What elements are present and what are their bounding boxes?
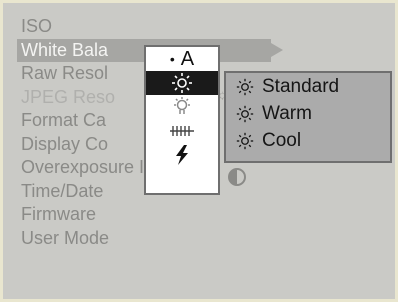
option-label: Warm bbox=[262, 103, 312, 124]
wb-option-daylight[interactable] bbox=[146, 71, 218, 95]
wb-option-tungsten[interactable] bbox=[146, 95, 218, 119]
fluorescent-icon bbox=[170, 126, 194, 136]
daylight-icon bbox=[236, 132, 254, 149]
option-warm[interactable]: Warm bbox=[226, 100, 390, 127]
daylight-icon bbox=[236, 78, 254, 95]
wb-auto-label: A bbox=[180, 47, 195, 70]
tungsten-icon bbox=[174, 97, 190, 114]
white-balance-submenu: • A bbox=[144, 45, 220, 195]
menu-item-firmware[interactable]: Firmware bbox=[17, 203, 271, 227]
camera-menu-screen: ISO White Bala Raw Resol JPEG Reso Forma… bbox=[0, 0, 398, 302]
flash-icon bbox=[176, 145, 188, 165]
selected-bullet-icon: • bbox=[169, 51, 175, 67]
menu-item-label: White Bala bbox=[21, 39, 109, 60]
option-label: Cool bbox=[262, 130, 302, 151]
wb-option-fluorescent[interactable] bbox=[146, 119, 218, 143]
submenu-arrow-icon bbox=[271, 42, 283, 57]
daylight-icon bbox=[172, 73, 192, 93]
wb-option-auto[interactable]: • A bbox=[146, 47, 218, 71]
daylight-icon bbox=[236, 105, 254, 122]
option-label: Standard bbox=[262, 76, 340, 97]
menu-item-user-mode[interactable]: User Mode bbox=[17, 227, 271, 251]
menu-item-iso[interactable]: ISO bbox=[17, 15, 271, 39]
wb-option-flash[interactable] bbox=[146, 143, 218, 167]
contrast-icon bbox=[228, 168, 246, 186]
option-cool[interactable]: Cool bbox=[226, 127, 390, 154]
daylight-options-panel: Standard Warm Cool bbox=[224, 71, 392, 163]
option-standard[interactable]: Standard bbox=[226, 73, 390, 100]
